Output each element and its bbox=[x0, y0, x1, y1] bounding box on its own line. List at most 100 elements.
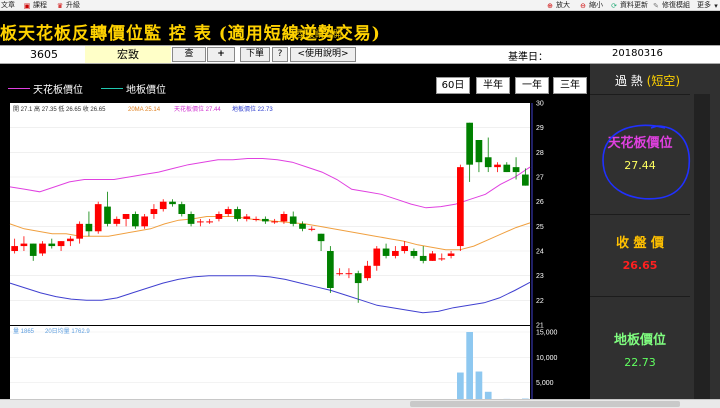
candle-body bbox=[345, 273, 353, 275]
candle-body bbox=[206, 221, 213, 223]
close-price-value: 26.65 bbox=[622, 259, 658, 272]
volume-bar bbox=[466, 332, 473, 408]
candle-body bbox=[419, 255, 427, 261]
query-button[interactable]: 查 bbox=[172, 47, 206, 62]
title-banner: 板天花板反轉價位監 控 表 (適用短線逆勢交易) 小型股請避開 bbox=[0, 11, 720, 45]
candle-body bbox=[475, 140, 483, 163]
price-tick-label: 26 bbox=[536, 199, 544, 206]
manual-button[interactable]: <使用說明> bbox=[290, 47, 356, 62]
candle-body bbox=[113, 218, 121, 224]
toolbar-more[interactable]: 更多 ▾ bbox=[697, 1, 720, 10]
candle-body bbox=[11, 246, 18, 251]
app-window: 文章 ▣ 課程 ♛ 升級 ⊕ 放大 ⊖ 縮小 ⟳ 資料更新 ✎ 修復模組 更多 … bbox=[0, 0, 720, 408]
panel-divider-2 bbox=[590, 214, 690, 215]
base-date-value: 20180316 bbox=[612, 48, 663, 59]
base-date-label: 基準日： bbox=[508, 52, 548, 63]
close-price-label: 收 盤 價 bbox=[615, 236, 665, 251]
floor-price-value: 22.73 bbox=[624, 356, 656, 369]
candle-body bbox=[484, 157, 492, 168]
crown-icon: ♛ bbox=[56, 1, 64, 10]
candle-body bbox=[503, 164, 511, 173]
candle-body bbox=[85, 223, 93, 232]
candle-body bbox=[252, 218, 260, 220]
price-tick-label: 22 bbox=[536, 298, 544, 305]
info-floor: 地板價位 22.73 bbox=[232, 105, 273, 113]
candle-body bbox=[354, 273, 362, 284]
candle-body bbox=[48, 243, 56, 247]
zoom-out-icon: ⊖ bbox=[580, 1, 586, 10]
horizontal-scrollbar[interactable] bbox=[0, 399, 720, 408]
page-subtitle: 小型股請避開 bbox=[288, 30, 343, 40]
app-toolbar: 文章 ▣ 課程 ♛ 升級 ⊕ 放大 ⊖ 縮小 ⟳ 資料更新 ✎ 修復模組 更多 … bbox=[0, 0, 720, 11]
chart-area: 天花板價位 地板價位 60日 半年 一年 三年 21 22 23 24 25 26 27 28… bbox=[0, 64, 590, 408]
candle-body bbox=[67, 238, 74, 242]
info-avg-volume: 20日均量 1762.9 bbox=[45, 327, 90, 335]
candle-body bbox=[57, 241, 65, 247]
candle-body bbox=[187, 214, 195, 224]
candle-body bbox=[289, 216, 297, 224]
candle-body bbox=[438, 258, 446, 260]
candle-body bbox=[215, 214, 223, 219]
status-panel: 過 熱 (短空) 天花板價位 27.44 收 盤 價 26.65 地板價位 22… bbox=[590, 64, 720, 408]
candle-body bbox=[494, 164, 501, 168]
volume-tick-label: 5,000 bbox=[536, 380, 554, 387]
toolbar-articles[interactable]: 文章 bbox=[1, 1, 15, 10]
candle-body bbox=[327, 251, 334, 288]
add-button[interactable]: + bbox=[207, 47, 235, 62]
volume-plot-background bbox=[10, 326, 530, 408]
info-ohlc: 開 27.1 高 27.35 低 26.65 收 26.65 bbox=[13, 105, 106, 113]
zoom-in-icon: ⊕ bbox=[547, 1, 553, 10]
candle-body bbox=[522, 174, 529, 186]
price-tick-label: 21 bbox=[536, 323, 544, 330]
candle-body bbox=[262, 218, 269, 222]
price-tick-label: 30 bbox=[536, 101, 544, 108]
toolbar-courses[interactable]: ▣ 課程 bbox=[23, 1, 47, 10]
toolbar-zoom-out[interactable]: ⊖ 縮小 bbox=[579, 1, 603, 10]
volume-tick-label: 10,000 bbox=[536, 355, 558, 362]
panel-scrollbar[interactable] bbox=[694, 94, 710, 404]
annotation-circle bbox=[602, 124, 691, 200]
candle-body bbox=[122, 214, 130, 219]
candle-body bbox=[243, 216, 251, 219]
stock-code-input[interactable]: 3605 bbox=[0, 47, 85, 63]
play-icon: ▣ bbox=[23, 1, 31, 10]
info-ceiling: 天花板價位 27.44 bbox=[174, 105, 221, 113]
candle-body bbox=[234, 209, 241, 219]
floor-price-label: 地板價位 bbox=[613, 333, 666, 348]
status-title: 過 熱 (短空) bbox=[614, 74, 681, 88]
candle-body bbox=[410, 251, 418, 256]
candle-body bbox=[401, 246, 408, 251]
candle-body bbox=[280, 214, 288, 222]
price-tick-label: 23 bbox=[536, 273, 544, 280]
candle-body bbox=[39, 243, 46, 254]
candle-body bbox=[159, 201, 167, 210]
info-volume: 量 1865 bbox=[13, 328, 35, 335]
wrench-icon: ✎ bbox=[653, 1, 659, 10]
candle-body bbox=[373, 248, 381, 266]
stock-control-row: 3605 宏致 查 + 下單 ? <使用說明> 基準日： 20180316 bbox=[0, 45, 720, 64]
candle-body bbox=[466, 122, 473, 165]
price-plot-background bbox=[10, 103, 530, 325]
candle-body bbox=[132, 214, 139, 227]
price-tick-label: 25 bbox=[536, 224, 544, 231]
price-tick-label: 24 bbox=[536, 249, 544, 256]
candle-body bbox=[512, 167, 520, 173]
panel-divider-3 bbox=[590, 296, 690, 297]
toolbar-zoom-in[interactable]: ⊕ 放大 bbox=[546, 1, 570, 10]
panel-divider bbox=[590, 94, 690, 95]
close-price-block: 收 盤 價 26.65 bbox=[590, 232, 690, 272]
toolbar-repair[interactable]: ✎ 修復模組 bbox=[652, 1, 690, 10]
candle-body bbox=[224, 209, 232, 214]
horizontal-scrollbar-thumb[interactable] bbox=[410, 401, 680, 407]
price-chart: 21 22 23 24 25 26 27 28 29 30 5,000 10,000 15,000 開 … bbox=[9, 101, 558, 408]
candle-body bbox=[76, 223, 83, 239]
toolbar-upgrade[interactable]: ♛ 升級 bbox=[56, 1, 80, 10]
candle-body bbox=[29, 243, 37, 256]
help-button[interactable]: ? bbox=[272, 47, 288, 62]
price-tick-label: 27 bbox=[536, 175, 544, 182]
candle-body bbox=[429, 253, 436, 261]
order-button[interactable]: 下單 bbox=[240, 47, 270, 62]
candle-body bbox=[447, 253, 455, 256]
candle-body bbox=[364, 265, 371, 279]
toolbar-refresh[interactable]: ⟳ 資料更新 bbox=[610, 1, 648, 10]
